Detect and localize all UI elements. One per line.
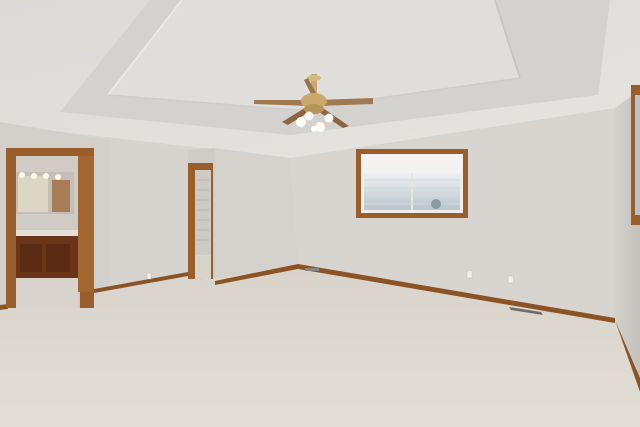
floor-vent-small — [305, 268, 319, 271]
doorway-to-bathroom — [6, 148, 94, 308]
bedroom-photo — [0, 0, 640, 427]
horizontal-window — [356, 149, 468, 218]
doorway-to-closet — [188, 163, 213, 279]
bedroom-scene — [0, 0, 640, 427]
